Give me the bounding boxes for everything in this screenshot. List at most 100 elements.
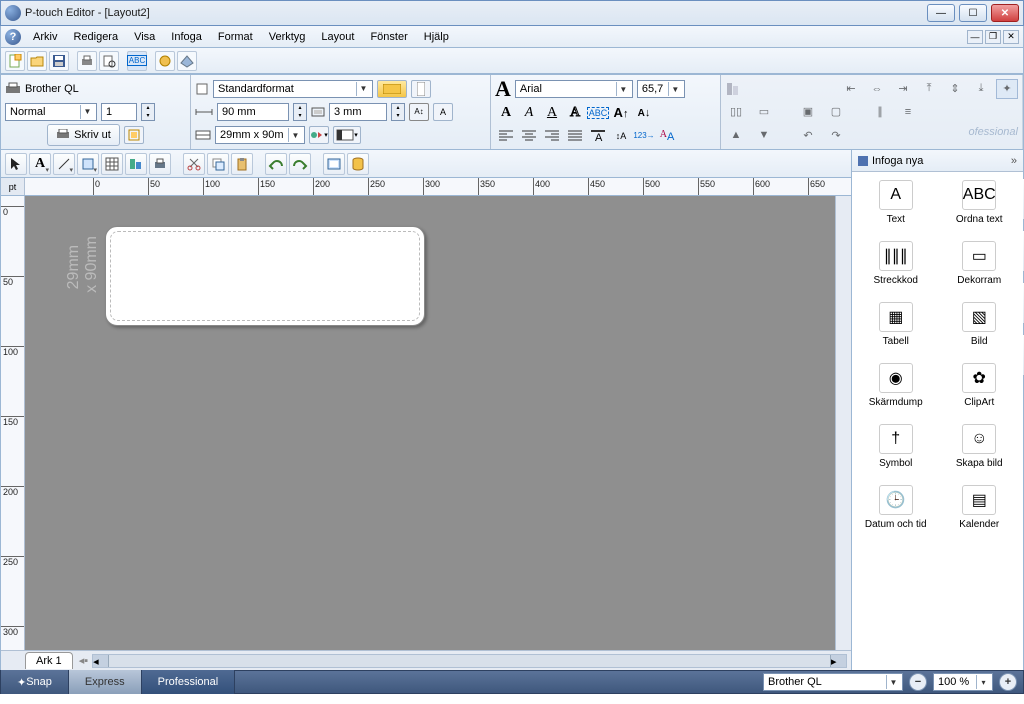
help-icon[interactable]: ? (5, 29, 21, 45)
insert-streckkod[interactable]: ∥∥∥Streckkod (856, 241, 936, 286)
print-icon-button[interactable] (77, 51, 97, 71)
pointer-tool[interactable] (5, 153, 27, 175)
valign-top-button[interactable]: A (587, 126, 609, 146)
minimize-button[interactable]: ― (927, 4, 955, 22)
new-button[interactable] (5, 51, 25, 71)
canvas-viewport[interactable]: 29mm x 90mm (25, 196, 835, 650)
print-mode-combo[interactable]: Normal▼ (5, 103, 97, 121)
vertical-text-button[interactable]: A (433, 103, 453, 121)
number-format-button[interactable]: 123→ (633, 126, 655, 146)
italic-button[interactable]: A (518, 103, 540, 123)
align-obj-left[interactable]: ⇤ (840, 79, 862, 99)
insert-skärmdump[interactable]: ◉Skärmdump (856, 363, 936, 408)
align-obj-top[interactable]: ⤒ (918, 79, 940, 99)
align-obj-hcenter[interactable]: ⇔ (866, 79, 888, 99)
underline-button[interactable]: A (541, 103, 563, 123)
align-center-button[interactable] (518, 126, 540, 146)
mdi-restore-button[interactable]: ❐ (985, 30, 1001, 44)
macro-button[interactable] (155, 51, 175, 71)
menu-redigera[interactable]: Redigera (65, 29, 126, 45)
insert-kalender[interactable]: ▤Kalender (940, 485, 1020, 530)
menu-fonster[interactable]: Fönster (362, 29, 415, 45)
mode-snap-button[interactable]: ✦ Snap (1, 670, 69, 694)
mode-express-button[interactable]: Express (69, 670, 142, 694)
add-sheet-button[interactable]: ◂▪ (79, 654, 88, 667)
addon-button[interactable] (177, 51, 197, 71)
arrange-tool[interactable] (125, 153, 147, 175)
dist-h[interactable]: ▯▯ (725, 102, 747, 122)
align-justify-button[interactable] (564, 126, 586, 146)
sheet-tab-1[interactable]: Ark 1 (25, 652, 73, 669)
font-shrink-button[interactable]: A↓ (633, 103, 655, 123)
menu-arkiv[interactable]: Arkiv (25, 29, 65, 45)
close-button[interactable]: ✕ (991, 4, 1019, 22)
orientation-landscape-button[interactable] (377, 80, 407, 98)
print-button[interactable]: Skriv ut (47, 124, 120, 146)
align-right-button[interactable] (541, 126, 563, 146)
zoom-fit-button[interactable] (323, 153, 345, 175)
insert-clipart[interactable]: ✿ClipArt (940, 363, 1020, 408)
cut-button[interactable] (183, 153, 205, 175)
menu-format[interactable]: Format (210, 29, 261, 45)
insert-tabell[interactable]: ▦Tabell (856, 302, 936, 347)
bring-front[interactable]: ▲ (725, 125, 747, 145)
rotate-right[interactable]: ↷ (825, 125, 847, 145)
label-text-button[interactable]: ABC (127, 51, 147, 71)
menu-visa[interactable]: Visa (126, 29, 163, 45)
database-button[interactable] (347, 153, 369, 175)
margin-input[interactable]: 3 mm (329, 103, 387, 121)
bg-color-button[interactable]: ▾ (333, 126, 361, 144)
maximize-button[interactable]: ☐ (959, 4, 987, 22)
zoom-in-button[interactable]: + (999, 673, 1017, 691)
undo-button[interactable] (265, 153, 287, 175)
print-tool[interactable] (149, 153, 171, 175)
insert-text[interactable]: AText (856, 180, 936, 225)
insert-datum-och-tid[interactable]: 🕒Datum och tid (856, 485, 936, 530)
status-printer-combo[interactable]: Brother QL▼ (763, 673, 903, 691)
rotate-left[interactable]: ↶ (797, 125, 819, 145)
mdi-close-button[interactable]: ✕ (1003, 30, 1019, 44)
copies-spin[interactable]: ▴▾ (141, 103, 155, 121)
side-panel-expand[interactable]: » (1011, 155, 1017, 167)
media-size-combo[interactable]: 29mm x 90m▼ (215, 126, 305, 144)
ungroup[interactable]: ▢ (825, 102, 847, 122)
text-tool[interactable]: A (29, 153, 51, 175)
redo-button[interactable] (289, 153, 311, 175)
open-button[interactable] (27, 51, 47, 71)
insert-ordna-text[interactable]: ABCOrdna text (940, 180, 1020, 225)
bold-button[interactable]: A (495, 103, 517, 123)
mode-professional-button[interactable]: Professional (142, 670, 236, 694)
line-tool[interactable] (53, 153, 75, 175)
mdi-minimize-button[interactable]: ― (967, 30, 983, 44)
align-left-button[interactable] (495, 126, 517, 146)
text-style-button[interactable]: AA (656, 126, 678, 146)
frame-button[interactable]: ABC (587, 103, 609, 123)
insert-dekorram[interactable]: ▭Dekorram (940, 241, 1020, 286)
copies-input[interactable]: 1 (101, 103, 137, 121)
center-in-label-button[interactable]: ✦ (996, 79, 1018, 99)
align-obj-vcenter[interactable]: ⇕ (944, 79, 966, 99)
print-options-button[interactable] (124, 126, 144, 144)
align-obj-right[interactable]: ⇥ (892, 79, 914, 99)
send-back[interactable]: ▼ (753, 125, 775, 145)
align-obj-bottom[interactable]: ⤓ (970, 79, 992, 99)
insert-skapa-bild[interactable]: ☺Skapa bild (940, 424, 1020, 469)
label-shape[interactable] (105, 226, 425, 326)
insert-bild[interactable]: ▧Bild (940, 302, 1020, 347)
horizontal-scrollbar[interactable]: ◂▸ (92, 654, 847, 668)
copy-button[interactable] (207, 153, 229, 175)
group[interactable]: ▣ (797, 102, 819, 122)
paste-button[interactable] (231, 153, 253, 175)
width-spin[interactable]: ▴▾ (293, 103, 307, 121)
orientation-portrait-button[interactable] (411, 80, 431, 98)
margin-spin[interactable]: ▴▾ (391, 103, 405, 121)
hbars[interactable]: ∥ (869, 102, 891, 122)
zoom-out-button[interactable]: − (909, 673, 927, 691)
print-preview-button[interactable] (99, 51, 119, 71)
shape-tool[interactable] (77, 153, 99, 175)
vbars[interactable]: ≡ (897, 102, 919, 122)
menu-hjalp[interactable]: Hjälp (416, 29, 457, 45)
dist-v[interactable]: ▭ (753, 102, 775, 122)
font-grow-button[interactable]: A↑ (610, 103, 632, 123)
outline-button[interactable]: A (564, 103, 586, 123)
